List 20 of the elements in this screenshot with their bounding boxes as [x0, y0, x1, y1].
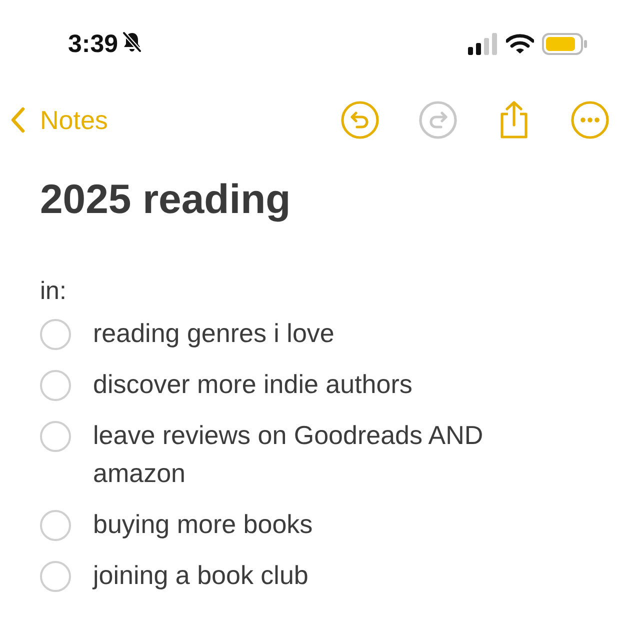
chevron-left-icon — [10, 106, 26, 134]
checklist-item: leave reviews on Goodreads AND amazon — [93, 419, 484, 490]
checklist-item: joining a book club — [93, 559, 310, 592]
wifi-icon — [506, 34, 534, 54]
checklist-item: buying more books — [93, 508, 314, 541]
checkbox[interactable] — [40, 421, 71, 452]
checkbox[interactable] — [40, 510, 71, 541]
checklist-item: discover more indie authors — [93, 368, 414, 401]
undo-icon[interactable] — [340, 100, 380, 140]
checkbox[interactable] — [40, 561, 71, 592]
signal-icon — [468, 33, 498, 55]
checkbox[interactable] — [40, 319, 71, 350]
battery-icon — [542, 33, 588, 55]
more-icon[interactable] — [570, 100, 610, 140]
checkbox[interactable] — [40, 370, 71, 401]
back-button[interactable]: Notes — [10, 104, 108, 136]
status-time: 3:39 — [68, 30, 118, 58]
note-text: in: — [40, 277, 68, 306]
checklist-item: reading genres i love — [93, 317, 336, 350]
note-title: 2025 reading — [40, 176, 292, 223]
